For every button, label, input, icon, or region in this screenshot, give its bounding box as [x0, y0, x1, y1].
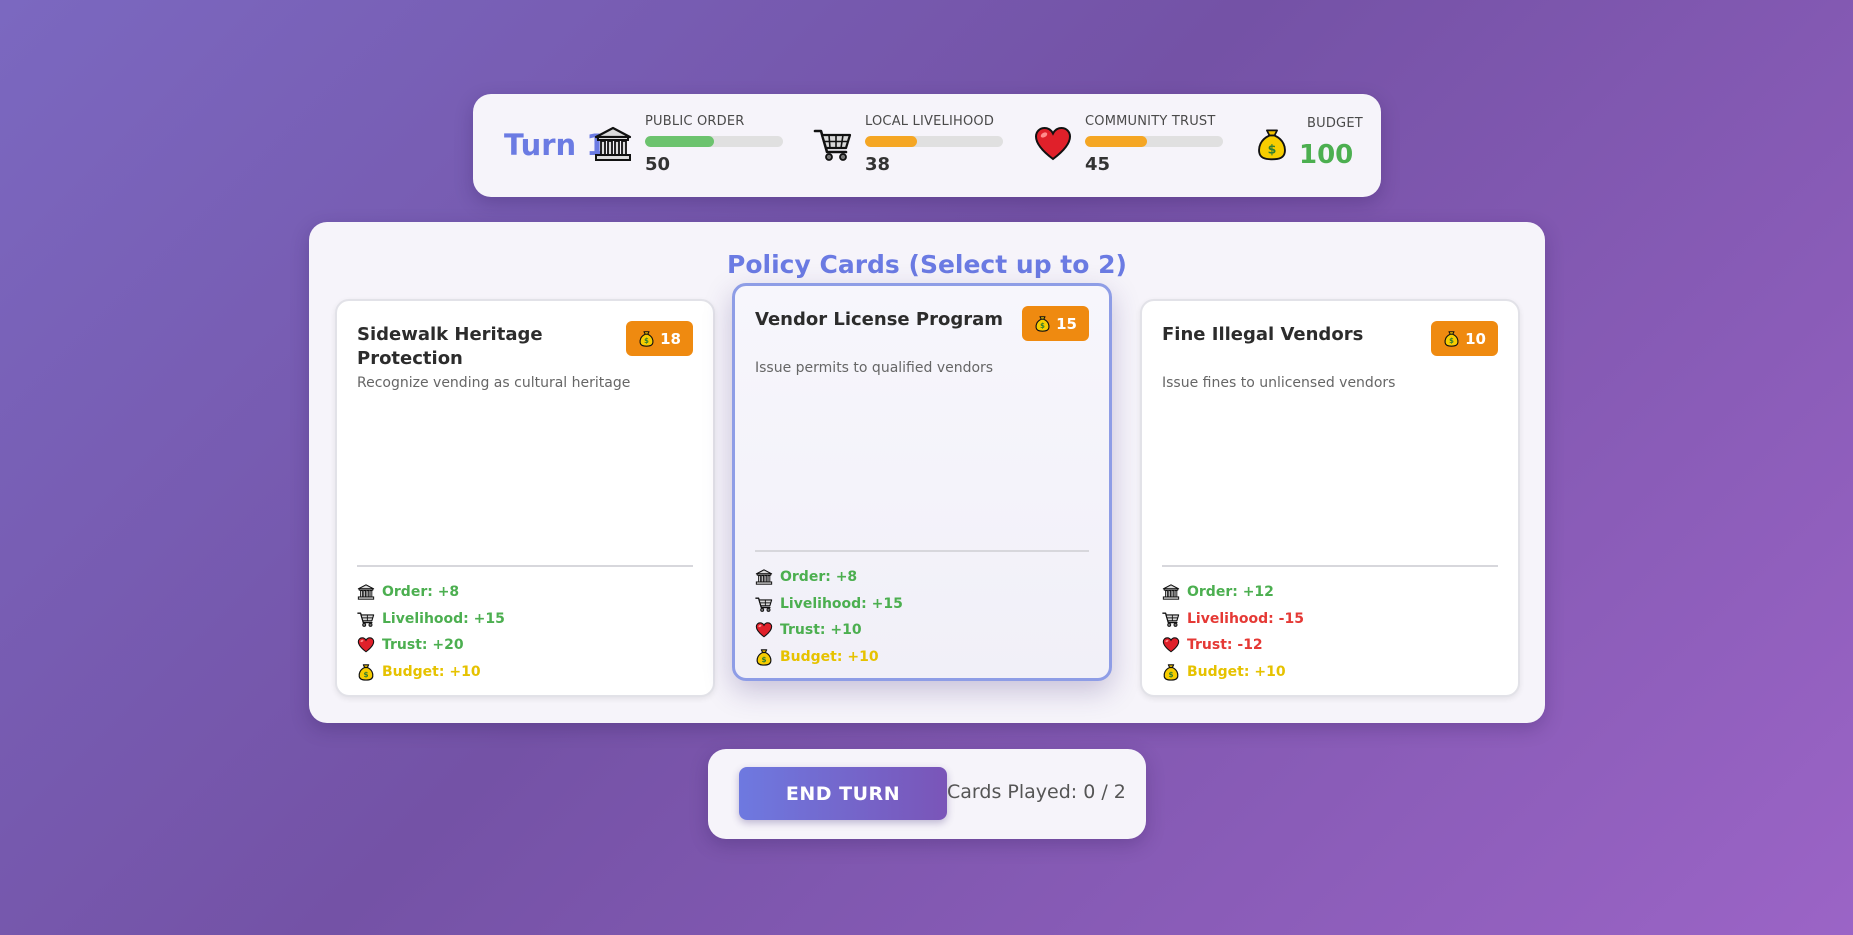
card-effect-text: Order: +8 — [382, 584, 460, 601]
shopping-cart-icon — [755, 595, 780, 613]
cost-value: 15 — [1056, 314, 1077, 333]
card-effect: Trust: +20 — [357, 632, 505, 659]
shopping-cart-icon — [1162, 610, 1187, 628]
card-effect-text: Trust: -12 — [1187, 637, 1263, 654]
money-bag-icon: $ — [638, 330, 655, 347]
stat-budget: $ BUDGET 100 — [1255, 114, 1375, 184]
stats-bar: Turn 1 PUBLIC ORDER 50 LOCAL LIVELIHOOD … — [473, 94, 1381, 197]
policy-card[interactable]: Sidewalk Heritage Protection $18 Recognize… — [335, 299, 715, 697]
card-effect: $ Budget: +10 — [1162, 659, 1304, 686]
svg-text:$: $ — [363, 670, 368, 679]
card-effect: Livelihood: +15 — [755, 591, 903, 618]
card-effect-text: Budget: +10 — [382, 663, 481, 680]
cost-badge: $18 — [626, 321, 693, 356]
card-effect-text: Livelihood: +15 — [780, 595, 903, 612]
government-building-icon — [1162, 583, 1187, 601]
government-building-icon — [593, 124, 633, 164]
heart-icon — [357, 636, 382, 654]
stat-value: 38 — [865, 154, 891, 175]
card-effect-text: Order: +12 — [1187, 584, 1274, 601]
card-title: Vendor License Program — [755, 309, 1003, 330]
card-title: Sidewalk Heritage Protection — [357, 324, 543, 369]
government-building-icon — [357, 583, 382, 601]
stat-label: BUDGET — [1307, 116, 1363, 131]
local-livelihood-bar-fill — [865, 136, 918, 147]
cost-badge: $10 — [1431, 321, 1498, 356]
money-bag-icon: $ — [357, 663, 382, 681]
card-effect: Trust: +10 — [755, 617, 903, 644]
community-trust-bar-fill — [1085, 136, 1148, 147]
budget-value: 100 — [1299, 140, 1354, 170]
card-effect: Livelihood: -15 — [1162, 606, 1304, 633]
card-effect-text: Trust: +10 — [780, 622, 862, 639]
card-effect: $ Budget: +10 — [357, 659, 505, 686]
card-effect: Order: +8 — [755, 564, 903, 591]
turn-controls: END TURN Cards Played: 0 / 2 — [708, 749, 1146, 839]
svg-text:$: $ — [761, 655, 766, 664]
heart-icon — [755, 621, 780, 639]
stat-local-livelihood: LOCAL LIVELIHOOD 38 — [813, 114, 1013, 184]
card-effect-text: Order: +8 — [780, 569, 858, 586]
card-effects: Order: +8 Livelihood: +15 Trust: +10 $ Budge… — [755, 564, 903, 670]
card-divider — [357, 565, 693, 567]
local-livelihood-bar — [865, 136, 1003, 147]
cost-value: 10 — [1465, 329, 1486, 348]
card-effect: Order: +8 — [357, 579, 505, 606]
money-bag-icon: $ — [1034, 315, 1051, 332]
policy-card[interactable]: Fine Illegal Vendors $10 Issue fines to un… — [1140, 299, 1520, 697]
svg-text:$: $ — [1268, 142, 1277, 157]
svg-text:$: $ — [1040, 322, 1045, 330]
card-description: Issue fines to unlicensed vendors — [1162, 375, 1396, 391]
policy-panel: Policy Cards (Select up to 2) Sidewalk H… — [309, 222, 1545, 723]
svg-text:$: $ — [644, 337, 649, 345]
heart-icon — [1033, 124, 1073, 164]
stat-label: LOCAL LIVELIHOOD — [865, 114, 995, 129]
stat-value: 45 — [1085, 154, 1111, 175]
turn-label: Turn 1 — [504, 128, 607, 162]
public-order-bar-fill — [645, 136, 714, 147]
card-description: Issue permits to qualified vendors — [755, 360, 994, 376]
panel-title: Policy Cards (Select up to 2) — [727, 250, 1127, 279]
government-building-icon — [755, 568, 780, 586]
public-order-bar — [645, 136, 783, 147]
policy-card[interactable]: Vendor License Program $15 Issue permits t… — [732, 283, 1112, 681]
card-effect: $ Budget: +10 — [755, 644, 903, 671]
card-effect-text: Livelihood: -15 — [1187, 610, 1304, 627]
card-effect-text: Budget: +10 — [780, 648, 879, 665]
card-divider — [755, 550, 1089, 552]
card-effect-text: Livelihood: +15 — [382, 610, 505, 627]
money-bag-icon: $ — [1443, 330, 1460, 347]
cost-badge: $15 — [1022, 306, 1089, 341]
card-effect-text: Trust: +20 — [382, 637, 464, 654]
shopping-cart-icon — [813, 124, 853, 164]
card-effect: Livelihood: +15 — [357, 606, 505, 633]
stat-community-trust: COMMUNITY TRUST 45 — [1033, 114, 1233, 184]
svg-text:$: $ — [1449, 337, 1454, 345]
stat-value: 50 — [645, 154, 671, 175]
money-bag-icon: $ — [1162, 663, 1187, 681]
community-trust-bar — [1085, 136, 1223, 147]
card-effect: Order: +12 — [1162, 579, 1304, 606]
card-effect: Trust: -12 — [1162, 632, 1304, 659]
stat-label: PUBLIC ORDER — [645, 114, 745, 129]
card-divider — [1162, 565, 1498, 567]
money-bag-icon: $ — [755, 648, 780, 666]
heart-icon — [1162, 636, 1187, 654]
money-bag-icon: $ — [1255, 124, 1287, 164]
stat-public-order: PUBLIC ORDER 50 — [593, 114, 793, 184]
card-effects: Order: +8 Livelihood: +15 Trust: +20 $ Budge… — [357, 579, 505, 685]
card-description: Recognize vending as cultural heritage — [357, 375, 631, 391]
card-title: Fine Illegal Vendors — [1162, 324, 1364, 345]
cards-played-counter: Cards Played: 0 / 2 — [947, 781, 1126, 803]
end-turn-button[interactable]: END TURN — [739, 767, 947, 820]
card-effect-text: Budget: +10 — [1187, 663, 1286, 680]
shopping-cart-icon — [357, 610, 382, 628]
svg-text:$: $ — [1168, 670, 1173, 679]
card-effects: Order: +12 Livelihood: -15 Trust: -12 $ Budg… — [1162, 579, 1304, 685]
stat-label: COMMUNITY TRUST — [1085, 114, 1216, 129]
cost-value: 18 — [660, 329, 681, 348]
